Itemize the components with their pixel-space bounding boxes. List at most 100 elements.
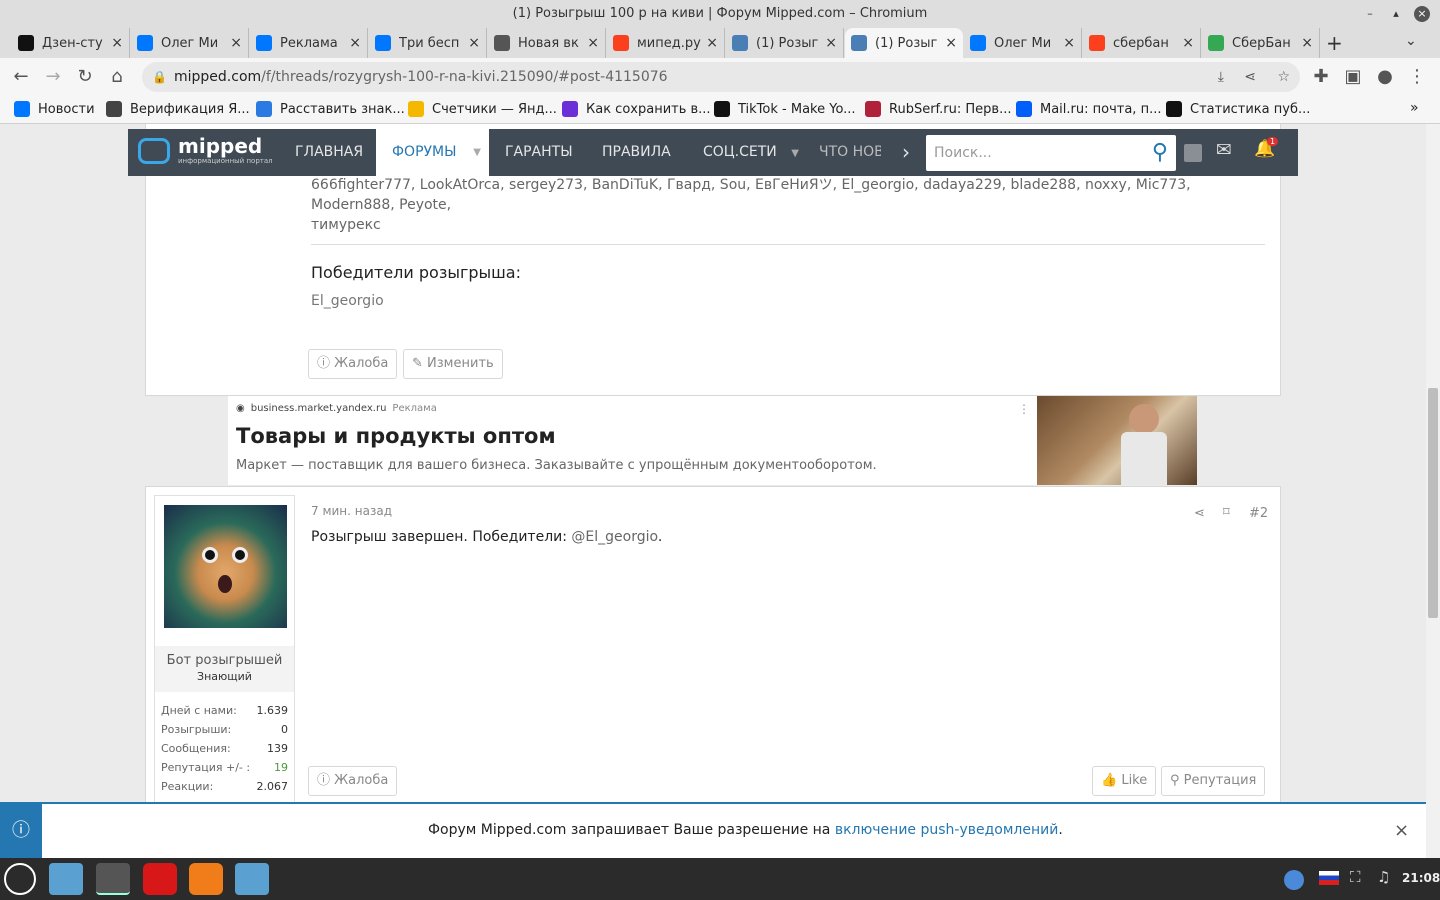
ad-image[interactable] — [1037, 396, 1197, 485]
tab-close-icon[interactable]: × — [587, 35, 599, 51]
scrollbar-thumb[interactable] — [1428, 388, 1438, 618]
bookmark-star-icon[interactable]: ☆ — [1277, 62, 1290, 92]
like-button[interactable]: 👍 Like — [1092, 766, 1157, 796]
tab-close-icon[interactable]: × — [349, 35, 361, 51]
share-icon[interactable]: ⋖ — [1244, 62, 1256, 92]
url-host: mipped.com — [174, 69, 262, 85]
tab-7[interactable]: (1) Розыг × — [726, 28, 844, 58]
nav-forums[interactable]: ФОРУМЫ ▼ — [376, 129, 489, 176]
extensions-icon[interactable]: ✚ — [1310, 66, 1332, 87]
tab-close-icon[interactable]: × — [1063, 35, 1075, 51]
report-button-2[interactable]: ⓘ Жалоба — [308, 766, 398, 796]
browser-toolbar: ← → ↻ ⌂ 🔒 mipped.com/f/threads/rozygrysh… — [0, 58, 1440, 96]
nav-guarantors[interactable]: ГАРАНТЫ — [505, 129, 573, 176]
maximize-icon[interactable]: ▴ — [1388, 6, 1404, 22]
network-icon[interactable]: ⛶ — [1350, 868, 1361, 886]
nav-forums-label: ФОРУМЫ — [392, 144, 457, 160]
bookmark-item[interactable]: TikTok - Make Yo... — [714, 101, 856, 117]
caret-down-icon[interactable]: ▼ — [473, 129, 481, 176]
bookmark-item[interactable]: Верификация Я... — [106, 101, 250, 117]
reputation-button[interactable]: ⚲ Репутация — [1161, 766, 1266, 796]
nav-home[interactable]: ГЛАВНАЯ — [295, 129, 363, 176]
tab-3[interactable]: Реклама × — [250, 28, 368, 58]
nav-scroll-right-icon[interactable]: › — [902, 129, 910, 176]
menu-icon[interactable]: ⋮ — [1406, 66, 1428, 87]
tab-8[interactable]: (1) Розыг × — [845, 28, 963, 58]
opera-icon[interactable] — [143, 863, 177, 895]
username[interactable]: Бот розыгрышей — [155, 653, 294, 668]
bookmark-item[interactable]: Расставить знак... — [256, 101, 405, 117]
user-avatar-small[interactable] — [1184, 144, 1202, 162]
clock[interactable]: 21:08 — [1402, 871, 1440, 885]
folder-icon[interactable] — [235, 863, 269, 895]
bookmark-item[interactable]: Как сохранить в... — [562, 101, 711, 117]
profile-icon[interactable]: ● — [1374, 66, 1396, 87]
ad-title[interactable]: Товары и продукты оптом — [236, 424, 556, 448]
ad-menu-icon[interactable]: ⋮ — [1018, 402, 1030, 416]
edit-button[interactable]: ✎ Изменить — [403, 349, 503, 379]
forward-icon[interactable]: → — [42, 66, 64, 87]
tab-close-icon[interactable]: × — [468, 35, 480, 51]
bookmark-item[interactable]: RubSerf.ru: Перв... — [865, 101, 1011, 117]
bookmark-item[interactable]: Mail.ru: почта, п... — [1016, 101, 1161, 117]
tab-close-icon[interactable]: × — [706, 35, 718, 51]
nav-whats-new[interactable]: ЧТО НОВ — [819, 129, 881, 176]
caret-down-icon[interactable]: ▼ — [791, 148, 799, 159]
tab-5[interactable]: Новая вк × — [488, 28, 606, 58]
tab-label: мипед.ру — [637, 35, 701, 51]
tab-search-icon[interactable]: ⌄ — [1405, 33, 1417, 49]
push-enable-link[interactable]: включение push-уведомлений — [835, 822, 1059, 838]
user-mention[interactable]: @El_georgio — [571, 529, 657, 545]
nav-rules[interactable]: ПРАВИЛА — [602, 129, 671, 176]
tab-close-icon[interactable]: × — [1301, 35, 1313, 51]
minimize-icon[interactable]: – — [1362, 6, 1378, 22]
tab-close-icon[interactable]: × — [230, 35, 242, 51]
tab-close-icon[interactable]: × — [825, 35, 837, 51]
bookmark-item[interactable]: Статистика пуб... — [1166, 101, 1310, 117]
tab-9[interactable]: Олег Ми × — [964, 28, 1082, 58]
mint-menu-icon[interactable] — [4, 863, 36, 895]
tab-2[interactable]: Олег Ми × — [131, 28, 249, 58]
install-icon[interactable]: ⤓ — [1218, 62, 1224, 92]
share-post-icon[interactable]: ⋖ — [1194, 506, 1205, 521]
tab-10[interactable]: сбербан × — [1083, 28, 1201, 58]
bookmark-item[interactable]: Новости — [14, 101, 95, 117]
chromium-tray-icon[interactable] — [1284, 870, 1304, 890]
close-notification-icon[interactable]: × — [1394, 820, 1409, 841]
site-logo[interactable]: mipped информационный портал — [138, 136, 273, 165]
tab-close-icon[interactable]: × — [111, 35, 123, 51]
bookmarks-overflow-icon[interactable]: » — [1410, 100, 1419, 116]
address-bar[interactable]: 🔒 mipped.com/f/threads/rozygrysh-100-r-n… — [142, 62, 1300, 92]
tab-close-icon[interactable]: × — [945, 35, 957, 51]
close-window-icon[interactable]: × — [1414, 6, 1430, 22]
report-button[interactable]: ⓘ Жалоба — [308, 349, 398, 379]
tab-11[interactable]: СберБан × — [1202, 28, 1320, 58]
tab-label: (1) Розыг — [756, 35, 819, 51]
tab-4[interactable]: Три бесп × — [369, 28, 487, 58]
search-icon[interactable]: ⚲ — [1152, 135, 1168, 171]
post-time[interactable]: 7 мин. назад — [311, 504, 392, 518]
home-icon[interactable]: ⌂ — [106, 66, 128, 87]
chromium-taskbar-icon[interactable] — [96, 863, 130, 895]
files-icon[interactable] — [49, 863, 83, 895]
post-number[interactable]: #2 — [1249, 506, 1268, 521]
winner-name[interactable]: El_georgio — [311, 293, 384, 309]
ad-banner[interactable]: ◉ business.market.yandex.ru Реклама ⋮ То… — [228, 396, 1197, 485]
nav-social[interactable]: СОЦ.СЕТИ ▼ — [703, 129, 799, 176]
page-scrollbar[interactable] — [1426, 124, 1440, 858]
mail-icon[interactable]: ✉ — [1216, 139, 1232, 161]
tab-1[interactable]: Дзен-сту × — [12, 28, 130, 58]
sound-icon[interactable]: ♫ — [1377, 868, 1390, 886]
bookmark-item[interactable]: Счетчики — Янд... — [408, 101, 557, 117]
ru-flag-icon[interactable] — [1319, 871, 1339, 885]
search-input[interactable]: Поиск... ⚲ — [926, 135, 1176, 171]
bookmark-post-icon[interactable]: ⌑ — [1223, 505, 1230, 520]
reload-icon[interactable]: ↻ — [74, 66, 96, 87]
new-tab-button[interactable]: + — [1326, 31, 1343, 55]
avatar[interactable] — [164, 505, 287, 628]
tab-6[interactable]: мипед.ру × — [607, 28, 725, 58]
back-icon[interactable]: ← — [10, 66, 32, 87]
firefox-icon[interactable] — [189, 863, 223, 895]
sidepanel-icon[interactable]: ▣ — [1342, 66, 1364, 87]
tab-close-icon[interactable]: × — [1182, 35, 1194, 51]
